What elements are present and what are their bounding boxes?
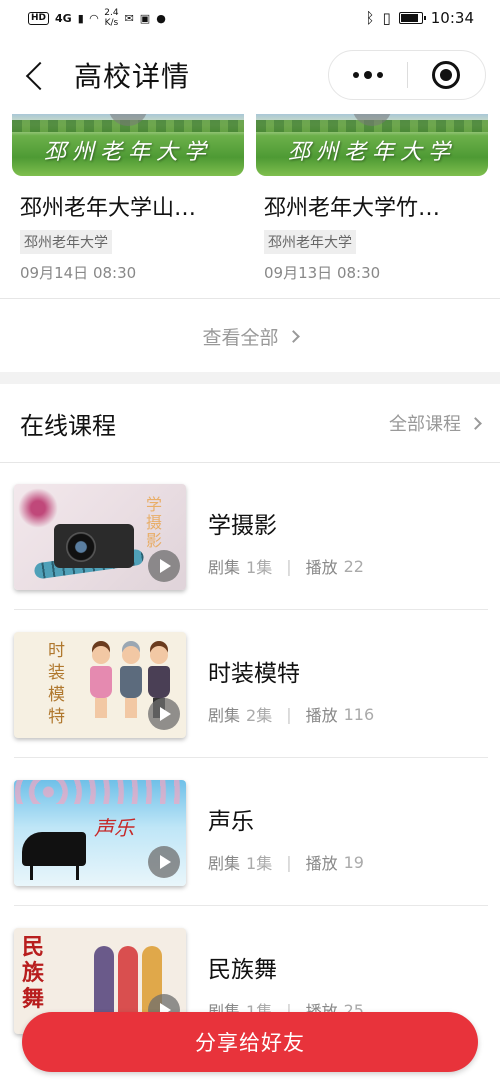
episodes-count: 2集 (246, 706, 273, 725)
course-thumbnail: 学摄影 (14, 484, 186, 590)
target-close-icon[interactable] (408, 50, 486, 100)
back-button[interactable] (20, 53, 60, 97)
all-courses-link[interactable]: 全部课程 (389, 410, 482, 436)
course-item[interactable]: 声乐 声乐 剧集 1集 | 播放 19 (0, 758, 500, 906)
speed-unit: K/s (104, 18, 119, 28)
speed-indicator: 2.4 K/s (104, 8, 118, 28)
meta-separator: | (286, 852, 292, 872)
course-title: 时装模特 (208, 661, 300, 687)
wifi-icon: ◠ (89, 11, 99, 25)
thumbnail-art-text: 时装模特 (48, 641, 65, 727)
view-all-label: 查看全部 (202, 326, 279, 349)
chevron-right-icon (286, 329, 300, 343)
episodes-label: 剧集 (208, 558, 241, 577)
signal-icon: ▮ (77, 11, 84, 25)
course-thumbnail: 声乐 (14, 780, 186, 886)
view-all-link[interactable]: 查看全部 (0, 300, 500, 372)
all-courses-label: 全部课程 (389, 414, 461, 435)
plays-label: 播放 (305, 706, 338, 725)
news-time: 09月13日 08:30 (264, 264, 381, 282)
course-title: 学摄影 (208, 513, 277, 539)
divider (0, 298, 500, 299)
news-tag: 邳州老年大学 (20, 230, 112, 254)
thumbnail-art-text: 学摄影 (146, 495, 163, 550)
thumbnail-calligraphy: 邳州老年大学 (43, 140, 212, 165)
episodes-label: 剧集 (208, 706, 241, 725)
hd-badge: HD (28, 11, 50, 25)
plays-count: 19 (343, 852, 364, 872)
plays-label: 播放 (305, 558, 338, 577)
plays-label: 播放 (305, 854, 338, 873)
news-section: 邳州老年大学 邳州老年大学山… 邳州老年大学 09月14日 08:30 邳州老年… (0, 114, 500, 298)
network-badge: 4G (55, 11, 72, 25)
course-title: 民族舞 (208, 957, 277, 983)
episodes-count: 1集 (246, 558, 273, 577)
news-tag: 邳州老年大学 (264, 230, 356, 254)
course-thumbnail: 时装模特 (14, 632, 186, 738)
meta-separator: | (286, 556, 292, 576)
play-icon (148, 698, 180, 730)
vibrate-icon: ▯ (382, 9, 391, 27)
news-card[interactable]: 邳州老年大学 邳州老年大学山… 邳州老年大学 09月14日 08:30 (12, 114, 244, 283)
plays-count: 22 (343, 556, 364, 576)
news-time: 09月14日 08:30 (20, 264, 137, 282)
page-title: 高校详情 (74, 60, 191, 93)
online-courses-header: 在线课程 全部课程 (0, 384, 500, 462)
news-thumbnail: 邳州老年大学 (12, 114, 244, 176)
thumbnail-art-text: 声乐 (94, 816, 134, 840)
episodes-label: 剧集 (208, 854, 241, 873)
app-icon: ▣ (139, 11, 151, 25)
nav-bar: 高校详情 (0, 36, 500, 114)
episodes-count: 1集 (246, 854, 273, 873)
course-item[interactable]: 学摄影 学摄影 剧集 1集 | 播放 22 (0, 462, 500, 610)
play-icon (148, 550, 180, 582)
plays-count: 116 (343, 704, 375, 724)
mini-program-capsule (328, 50, 486, 100)
course-meta: 剧集 1集 | 播放 19 (208, 850, 364, 874)
chat-icon: ● (156, 11, 166, 25)
course-item[interactable]: 时装模特 时装模特 剧集 2集 | 播放 116 (0, 610, 500, 758)
course-meta: 剧集 1集 | 播放 22 (208, 554, 364, 578)
more-dots-icon[interactable] (329, 50, 407, 100)
notification-icon: ✉ (124, 11, 134, 25)
news-title: 邳州老年大学竹… (264, 196, 441, 221)
thumbnail-calligraphy: 邳州老年大学 (287, 140, 456, 165)
meta-separator: | (286, 704, 292, 724)
section-gap (0, 372, 500, 384)
play-icon (148, 846, 180, 878)
news-card[interactable]: 邳州老年大学 邳州老年大学竹… 邳州老年大学 09月13日 08:30 (256, 114, 488, 283)
battery-icon (398, 12, 426, 24)
page: HD 4G ▮ ◠ 2.4 K/s ✉ ▣ ● ᛒ ▯ 10:34 高校详情 邳… (0, 0, 500, 1083)
status-left: HD 4G ▮ ◠ 2.4 K/s ✉ ▣ ● (28, 8, 166, 28)
chevron-right-icon (469, 416, 482, 430)
course-title: 声乐 (208, 809, 254, 835)
speed-value: 2.4 (104, 8, 119, 18)
news-title: 邳州老年大学山… (20, 196, 197, 221)
bluetooth-icon: ᛒ (365, 9, 375, 27)
news-thumbnail: 邳州老年大学 (256, 114, 488, 176)
course-meta: 剧集 2集 | 播放 116 (208, 702, 374, 726)
status-time: 10:34 (430, 9, 474, 27)
thumbnail-art-text: 民族舞 (22, 934, 45, 1012)
section-title: 在线课程 (20, 411, 116, 440)
status-right: ᛒ ▯ 10:34 (365, 9, 474, 27)
battery-fill (400, 14, 418, 22)
status-bar: HD 4G ▮ ◠ 2.4 K/s ✉ ▣ ● ᛒ ▯ 10:34 (0, 0, 500, 36)
share-to-friends-button[interactable]: 分享给好友 (22, 1012, 478, 1072)
